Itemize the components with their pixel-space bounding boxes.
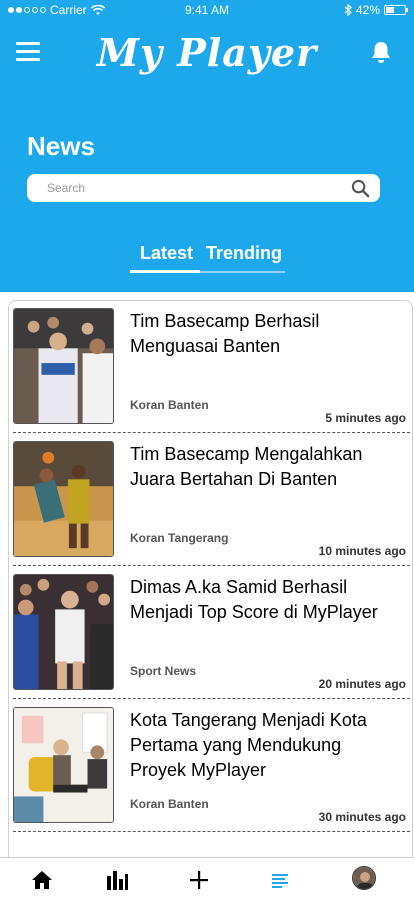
news-item[interactable]: Dimas A.ka Samid Berhasil Menjadi Top Sc… [9,567,412,699]
stats-icon [107,871,128,890]
news-source: Koran Banten [130,398,209,412]
search-input[interactable] [47,178,337,198]
plus-icon [190,871,208,889]
tab-active-indicator [130,270,200,273]
news-icon [272,874,288,888]
news-title: Tim Basecamp Mengalahkan Juara Bertahan … [130,444,363,489]
news-time: 30 minutes ago [318,810,406,824]
news-source: Koran Banten [130,797,209,811]
nav-news[interactable] [269,868,293,892]
divider [13,432,410,433]
nav-home[interactable] [30,868,54,892]
news-time: 5 minutes ago [325,411,406,425]
news-time: 10 minutes ago [318,544,406,558]
news-item[interactable]: Tim Basecamp Berhasil Menguasai Banten K… [9,301,412,433]
news-source: Koran Tangerang [130,531,229,545]
divider [13,698,410,699]
news-time: 20 minutes ago [318,677,406,691]
page-title: News [27,131,95,161]
divider [13,831,410,832]
bell-icon [372,42,390,63]
search-icon[interactable] [351,179,370,198]
news-title: Dimas A.ka Samid Berhasil Menjadi Top Sc… [130,577,378,622]
app-title: My Player [96,30,318,75]
tab-latest[interactable]: Latest [140,243,193,264]
status-right: 42% [344,3,408,17]
nav-stats[interactable] [105,868,129,892]
nav-add[interactable] [187,868,211,892]
notification-button[interactable] [370,40,392,64]
avatar-icon [353,867,375,889]
battery-percent: 42% [355,3,380,17]
home-icon [32,871,52,889]
news-source: Sport News [130,664,197,678]
news-thumbnail [13,308,114,424]
status-bar: Carrier 9:41 AM 42% [0,0,414,20]
news-thumbnail [13,707,114,823]
profile-avatar[interactable] [352,866,376,890]
news-title: Kota Tangerang Menjadi Kota Pertama yang… [130,710,367,780]
app-header: Carrier 9:41 AM 42% My Player News Searc… [0,0,414,292]
news-list: Tim Basecamp Berhasil Menguasai Banten K… [8,300,413,870]
battery-icon [384,5,408,15]
search-bar [27,174,380,202]
news-thumbnail [13,441,114,557]
news-title: Tim Basecamp Berhasil Menguasai Banten [130,311,320,356]
bottom-nav [0,857,414,901]
news-item[interactable]: Kota Tangerang Menjadi Kota Pertama yang… [9,700,412,832]
battery-fill [386,7,394,13]
news-item[interactable]: Tim Basecamp Mengalahkan Juara Bertahan … [9,434,412,566]
divider [13,565,410,566]
tab-trending[interactable]: Trending [206,243,282,264]
bluetooth-icon [344,4,352,16]
news-tabs: Latest Trending [130,243,285,273]
news-thumbnail [13,574,114,690]
